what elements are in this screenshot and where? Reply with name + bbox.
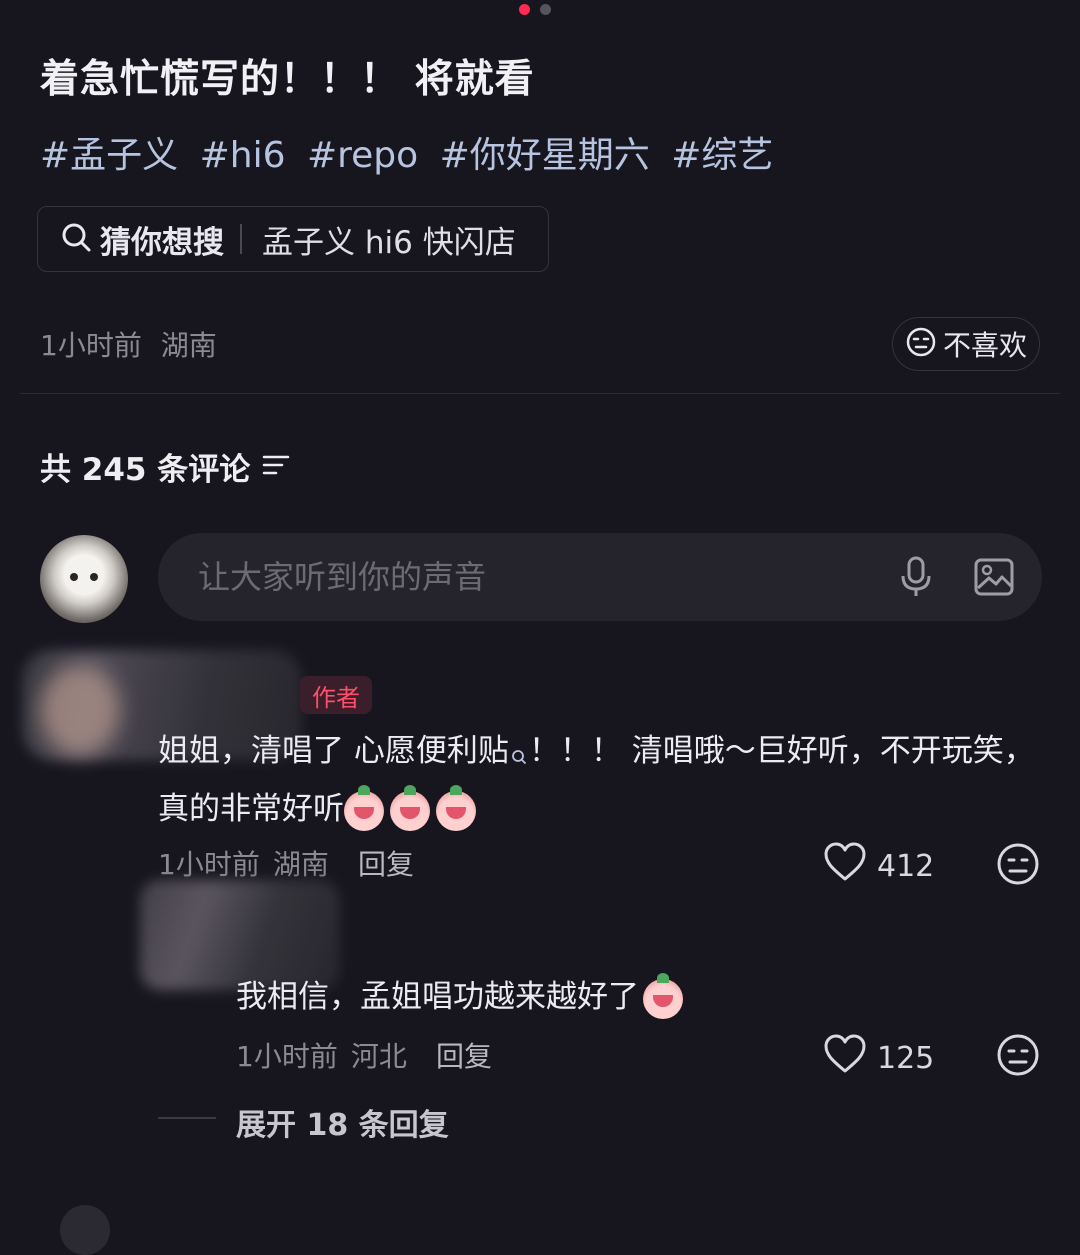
search-suggestion-query: 孟子义 hi6 快闪店 bbox=[262, 224, 516, 261]
neutral-face-icon bbox=[997, 1034, 1039, 1076]
commenter-avatar bbox=[40, 665, 120, 755]
comment-count-header[interactable]: 共 245 条评论 bbox=[40, 444, 290, 489]
expand-replies-button[interactable]: 展开 18 条回复 bbox=[236, 1100, 449, 1144]
my-avatar[interactable] bbox=[40, 535, 128, 623]
peach-sticker-icon bbox=[390, 784, 430, 831]
reply-text-part: 我相信，孟姐唱功越来越好了 bbox=[236, 979, 639, 1015]
heart-icon bbox=[823, 1034, 867, 1082]
hashtag[interactable]: #孟子义 bbox=[40, 135, 178, 176]
dislike-button[interactable]: 不喜欢 bbox=[892, 317, 1040, 371]
comment-location: 湖南 bbox=[272, 848, 329, 881]
neutral-face-icon bbox=[997, 843, 1039, 885]
search-suggestion-label: 猜你想搜 bbox=[100, 224, 224, 261]
neutral-face-icon bbox=[905, 326, 937, 362]
hashtag-list: #孟子义 #hi6 #repo #你好星期六 #综艺 bbox=[40, 126, 783, 178]
hashtag[interactable]: #repo bbox=[307, 135, 418, 176]
dislike-comment-button[interactable] bbox=[996, 842, 1040, 890]
post-meta: 1小时前 湖南 bbox=[40, 324, 217, 364]
comment-text-part: 姐姐，清唱了 心愿便利贴 bbox=[158, 733, 509, 769]
post-location: 湖南 bbox=[160, 329, 217, 362]
reply-meta: 1小时前 河北 回复 bbox=[236, 1035, 492, 1075]
comment-count-label: 共 245 条评论 bbox=[40, 452, 251, 488]
comment-input[interactable] bbox=[158, 557, 886, 597]
like-count: 125 bbox=[877, 1040, 935, 1076]
post-time: 1小时前 bbox=[40, 329, 142, 362]
author-badge: 作者 bbox=[300, 676, 372, 714]
sort-icon[interactable] bbox=[262, 449, 290, 485]
reply-location: 河北 bbox=[350, 1040, 407, 1073]
comment-time: 1小时前 bbox=[158, 848, 260, 881]
reply-button[interactable]: 回复 bbox=[436, 1040, 492, 1073]
image-icon[interactable] bbox=[964, 558, 1024, 596]
carousel-indicator bbox=[519, 4, 551, 15]
reply-button[interactable]: 回复 bbox=[358, 848, 414, 881]
reply-text: 我相信，孟姐唱功越来越好了 bbox=[236, 970, 689, 1024]
heart-icon bbox=[823, 842, 867, 890]
next-commenter-avatar[interactable] bbox=[60, 1205, 110, 1255]
peach-sticker-icon bbox=[344, 784, 384, 831]
search-icon[interactable] bbox=[511, 728, 527, 782]
divider bbox=[240, 224, 242, 254]
carousel-dot-active bbox=[519, 4, 530, 15]
avatar-detail bbox=[70, 573, 78, 581]
comment-text: 姐姐，清唱了 心愿便利贴！！！ 清唱哦～巨好听，不开玩笑，真的非常好听 bbox=[158, 724, 1038, 836]
hashtag[interactable]: #hi6 bbox=[200, 135, 286, 176]
like-button[interactable]: 412 bbox=[823, 842, 934, 890]
dislike-label: 不喜欢 bbox=[942, 329, 1027, 362]
post-title: 着急忙慌写的！！！ 将就看 bbox=[40, 57, 535, 102]
dislike-comment-button[interactable] bbox=[996, 1033, 1040, 1081]
peach-sticker-icon bbox=[436, 784, 476, 831]
hashtag[interactable]: #综艺 bbox=[671, 135, 773, 176]
peach-sticker-icon bbox=[643, 972, 683, 1019]
search-icon bbox=[60, 221, 92, 257]
section-divider bbox=[20, 393, 1060, 394]
avatar-detail bbox=[90, 573, 98, 581]
search-suggestion[interactable]: 猜你想搜 孟子义 hi6 快闪店 bbox=[37, 206, 549, 272]
reply-time: 1小时前 bbox=[236, 1040, 338, 1073]
carousel-dot bbox=[540, 4, 551, 15]
like-button[interactable]: 125 bbox=[823, 1034, 934, 1082]
like-count: 412 bbox=[877, 848, 935, 884]
comment-meta: 1小时前 湖南 回复 bbox=[158, 843, 414, 883]
comment-input-bar[interactable] bbox=[158, 533, 1042, 621]
microphone-icon[interactable] bbox=[886, 556, 946, 598]
expand-divider bbox=[158, 1117, 216, 1119]
hashtag[interactable]: #你好星期六 bbox=[440, 135, 650, 176]
